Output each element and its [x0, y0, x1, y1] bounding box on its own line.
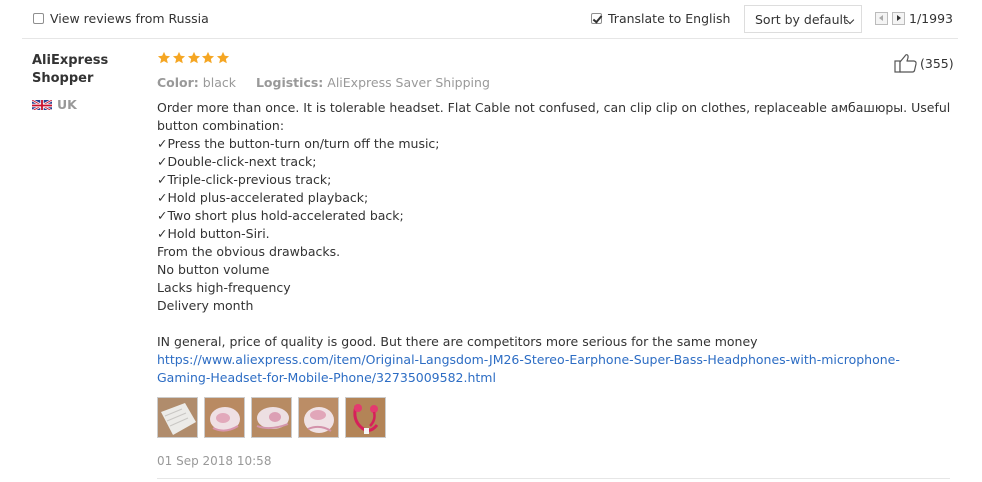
like-count: (355) — [920, 56, 954, 71]
reviewer-name: AliExpress Shopper — [32, 53, 109, 86]
logistics-value: AliExpress Saver Shipping — [327, 75, 490, 90]
page-indicator: 1/1993 — [909, 11, 953, 26]
review-photo[interactable] — [157, 397, 198, 438]
review-text: Order more than once. It is tolerable he… — [157, 99, 957, 387]
review-line: ✓Two short plus hold-accelerated back; — [157, 208, 404, 223]
review-line: Lacks high-frequency — [157, 280, 291, 295]
star-icon — [172, 51, 185, 64]
sort-dropdown-label: Sort by default — [755, 12, 848, 27]
review-line: ✓Hold plus-accelerated playback; — [157, 190, 369, 205]
translate-checkbox[interactable] — [591, 13, 602, 24]
color-label: Color: — [157, 75, 199, 90]
translate-label[interactable]: Translate to English — [608, 11, 730, 26]
review-photo[interactable] — [298, 397, 339, 438]
review-date: 01 Sep 2018 10:58 — [157, 454, 272, 468]
thumbs-up-icon[interactable] — [894, 53, 918, 73]
review-photo[interactable] — [204, 397, 245, 438]
uk-flag-icon — [32, 99, 52, 110]
star-icon — [157, 51, 171, 64]
star-icon — [217, 51, 230, 64]
product-link[interactable]: https://www.aliexpress.com/item/Original… — [157, 351, 937, 387]
russia-reviews-checkbox[interactable] — [33, 13, 44, 24]
review-line: IN general, price of quality is good. Bu… — [157, 334, 758, 349]
review-line: ✓Hold button-Siri. — [157, 226, 270, 241]
star-rating — [157, 51, 231, 69]
review-line: No button volume — [157, 262, 270, 277]
review-line — [157, 315, 957, 333]
toolbar-divider — [22, 38, 958, 39]
review-line: Delivery month — [157, 298, 254, 313]
prev-page-button[interactable] — [875, 12, 888, 25]
review-line: Order more than once. It is tolerable he… — [157, 100, 955, 133]
russia-reviews-label[interactable]: View reviews from Russia — [50, 11, 209, 26]
review-line: ✓Double-click-next track; — [157, 154, 317, 169]
review-line: ✓Press the button-turn on/turn off the m… — [157, 136, 440, 151]
review-photo[interactable] — [345, 397, 386, 438]
order-meta: Color: black Logistics: AliExpress Saver… — [157, 75, 490, 90]
star-icon — [187, 51, 200, 64]
reviewer-country: UK — [57, 97, 77, 112]
star-icon — [202, 51, 215, 64]
color-value: black — [202, 75, 236, 90]
review-divider — [157, 478, 950, 479]
sort-dropdown[interactable]: Sort by default — [744, 5, 862, 33]
next-page-button[interactable] — [892, 12, 905, 25]
review-line: ✓Triple-click-previous track; — [157, 172, 332, 187]
review-toolbar: View reviews from Russia Translate to En… — [0, 0, 982, 39]
review-photo[interactable] — [251, 397, 292, 438]
logistics-label: Logistics: — [255, 75, 324, 90]
review-line: From the obvious drawbacks. — [157, 244, 341, 259]
